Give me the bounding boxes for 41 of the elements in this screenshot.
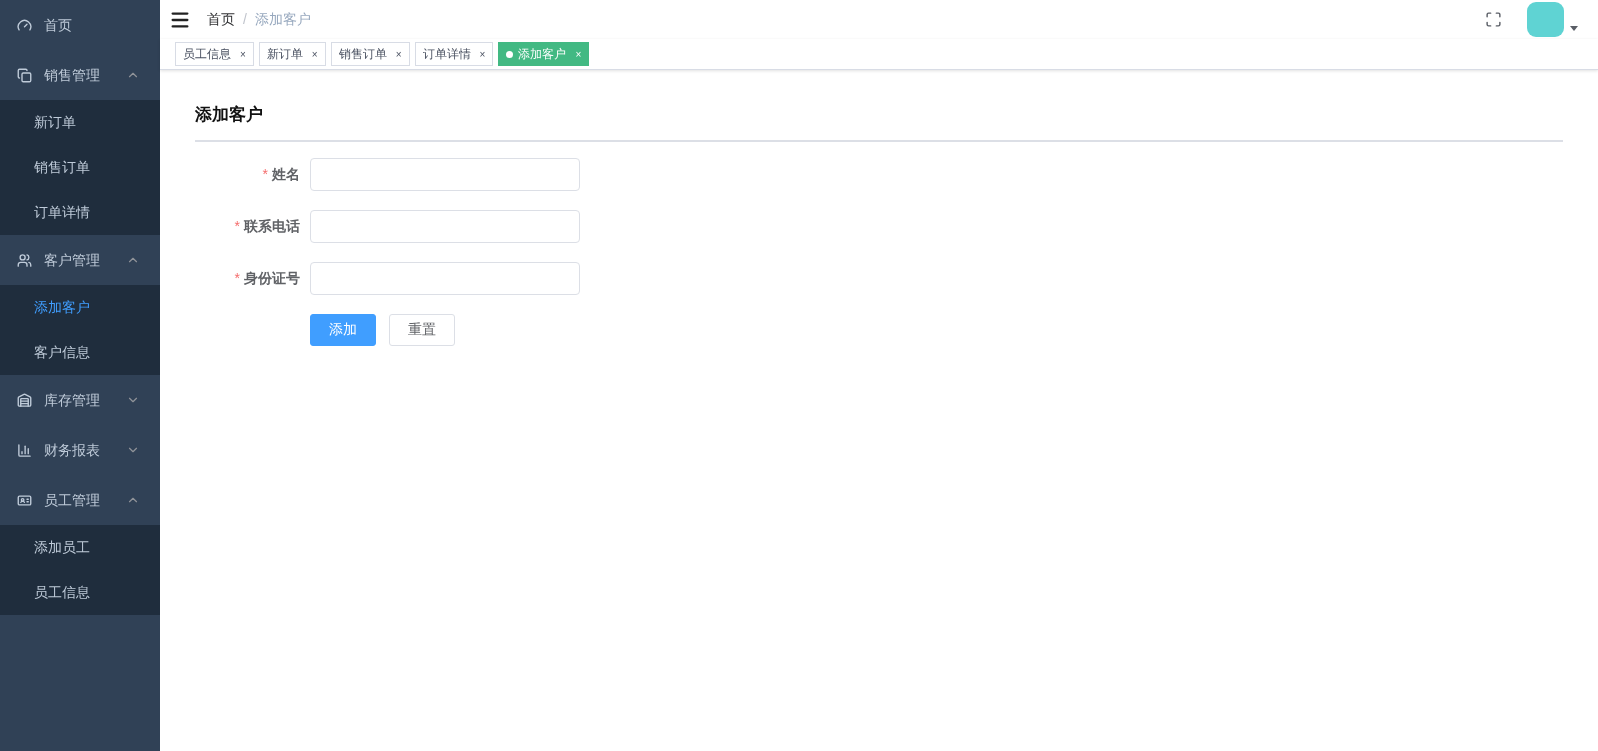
page-title: 添加客户: [195, 102, 1563, 142]
breadcrumb-separator: /: [243, 10, 247, 29]
input-field[interactable]: [310, 261, 580, 295]
tab[interactable]: 订单详情 ×: [414, 42, 494, 66]
sidebar-menu-item[interactable]: 财务报表: [0, 425, 160, 475]
tab[interactable]: 新订单 ×: [258, 42, 326, 66]
avatar-placeholder[interactable]: [1527, 2, 1564, 37]
sidebar-submenu-item[interactable]: 添加客户: [0, 285, 160, 330]
tab[interactable]: 员工信息 ×: [175, 42, 254, 66]
breadcrumb-item[interactable]: 首页: [207, 9, 235, 30]
tab[interactable]: 销售订单 ×: [330, 42, 410, 66]
sidebar-submenu-item[interactable]: 添加员工: [0, 525, 160, 570]
documents-icon: [17, 67, 32, 83]
input-field[interactable]: [310, 157, 580, 191]
tab-close-button[interactable]: ×: [479, 46, 486, 62]
sidebar-submenu-item[interactable]: 员工信息: [0, 570, 160, 615]
sidebar-menu-item[interactable]: 员工管理: [0, 475, 160, 525]
fullscreen-icon[interactable]: [1485, 11, 1502, 28]
breadcrumb-item: 添加客户: [254, 10, 311, 29]
sidebar-submenu-item[interactable]: 新订单: [0, 100, 160, 145]
people-icon: [17, 252, 32, 268]
caret-icon[interactable]: [1570, 26, 1578, 31]
sidebar-menu-item[interactable]: 客户管理: [0, 235, 160, 285]
sidebar-menu-item[interactable]: 库存管理: [0, 375, 160, 425]
sidebar-submenu-item[interactable]: 订单详情: [0, 190, 160, 235]
tab-close-button[interactable]: ×: [311, 46, 318, 62]
input-field[interactable]: [310, 209, 580, 243]
sidebar-submenu-item[interactable]: 客户信息: [0, 330, 160, 375]
field-label: * 联系电话: [233, 216, 301, 236]
reset-button[interactable]: 重置: [389, 313, 455, 346]
tab-close-button[interactable]: ×: [395, 46, 402, 62]
house-icon: [17, 392, 32, 408]
gauge-icon: [17, 17, 32, 33]
field-label: * 姓名: [261, 164, 301, 184]
sidebar-menu-item[interactable]: 首页: [0, 0, 160, 50]
bar-chart-icon: [17, 442, 32, 458]
sidebar-menu-item[interactable]: 销售管理: [0, 50, 160, 100]
field-label: * 身份证号: [233, 268, 301, 288]
badge-icon: [17, 492, 32, 508]
sidebar-submenu-item[interactable]: 销售订单: [0, 145, 160, 190]
tab-close-button[interactable]: ×: [240, 46, 246, 62]
